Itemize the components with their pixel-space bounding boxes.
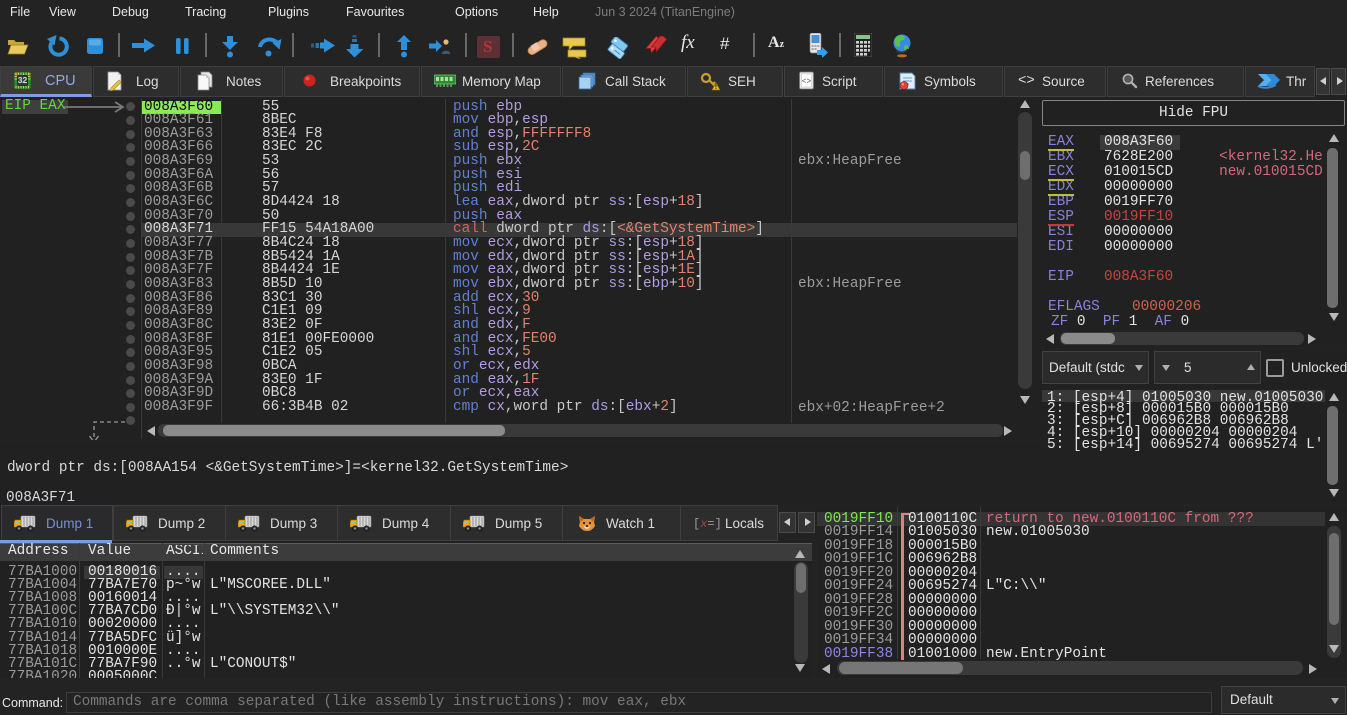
- svg-text:!: !: [715, 84, 717, 91]
- svg-text:32: 32: [18, 75, 28, 85]
- svg-text:<>: <>: [802, 78, 812, 87]
